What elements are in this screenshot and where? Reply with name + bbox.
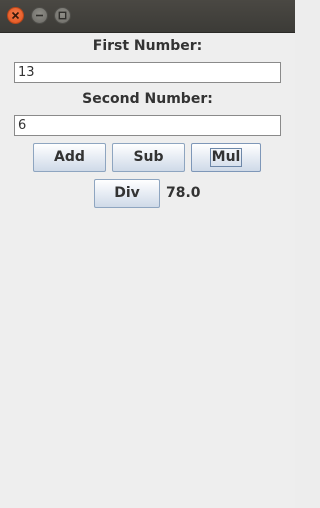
div-button[interactable]: Div <box>94 179 160 208</box>
app-window: First Number: Second Number: Add Sub Mul… <box>0 0 295 508</box>
minimize-icon[interactable] <box>31 7 48 24</box>
maximize-icon[interactable] <box>54 7 71 24</box>
title-bar[interactable] <box>0 0 295 33</box>
result-value: 78.0 <box>166 185 201 201</box>
sub-button[interactable]: Sub <box>112 143 185 172</box>
mul-button-label: Mul <box>209 148 243 167</box>
mul-button[interactable]: Mul <box>191 143 261 172</box>
first-number-input[interactable] <box>14 62 281 83</box>
close-icon[interactable] <box>7 7 24 24</box>
second-number-label: Second Number: <box>82 91 213 107</box>
add-button[interactable]: Add <box>33 143 106 172</box>
second-number-input[interactable] <box>14 115 281 136</box>
first-number-label: First Number: <box>92 38 203 54</box>
